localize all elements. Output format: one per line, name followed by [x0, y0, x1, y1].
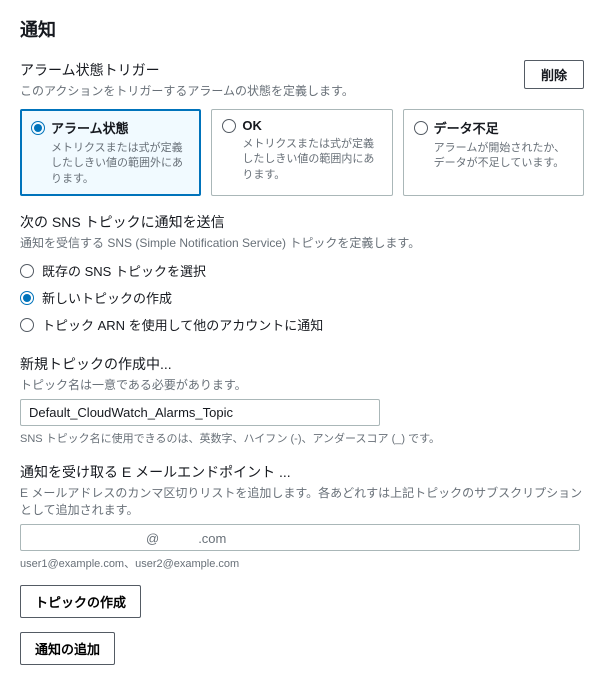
- radio-icon: [222, 119, 236, 133]
- trigger-option-insufficient[interactable]: データ不足 アラームが開始されたか、データが不足しています。: [403, 109, 584, 196]
- trigger-option-title: アラーム状態: [51, 118, 129, 137]
- topic-name-input[interactable]: [20, 399, 380, 426]
- radio-icon: [20, 264, 34, 278]
- sns-option-existing[interactable]: 既存の SNS トピックを選択: [20, 257, 584, 284]
- sns-option-label: トピック ARN を使用して他のアカウントに通知: [42, 315, 323, 334]
- email-helper: user1@example.com、user2@example.com: [20, 555, 584, 571]
- radio-icon: [20, 318, 34, 332]
- sns-sub: 通知を受信する SNS (Simple Notification Service…: [20, 234, 584, 251]
- page-title: 通知: [20, 16, 584, 42]
- create-topic-button[interactable]: トピックの作成: [20, 585, 141, 618]
- trigger-sub: このアクションをトリガーするアラームの状態を定義します。: [20, 82, 354, 99]
- trigger-option-ok[interactable]: OK メトリクスまたは式が定義したしきい値の範囲内にあります。: [211, 109, 392, 196]
- radio-icon: [20, 291, 34, 305]
- trigger-heading: アラーム状態トリガー: [20, 60, 354, 80]
- trigger-option-desc: メトリクスまたは式が定義したしきい値の範囲外にあります。: [31, 141, 190, 187]
- radio-icon: [414, 121, 428, 135]
- sns-option-label: 既存の SNS トピックを選択: [42, 261, 206, 280]
- email-sub: E メールアドレスのカンマ区切りリストを追加します。各あどれすは上記トピックのサ…: [20, 484, 584, 518]
- email-input[interactable]: [20, 524, 580, 551]
- new-topic-sub: トピック名は一意である必要があります。: [20, 376, 584, 393]
- add-notification-button[interactable]: 通知の追加: [20, 632, 115, 665]
- sns-option-new[interactable]: 新しいトピックの作成: [20, 284, 584, 311]
- sns-option-arn[interactable]: トピック ARN を使用して他のアカウントに通知: [20, 311, 584, 338]
- trigger-option-title: データ不足: [434, 118, 499, 137]
- sns-option-label: 新しいトピックの作成: [42, 288, 172, 307]
- new-topic-heading: 新規トピックの作成中...: [20, 354, 584, 374]
- trigger-option-title: OK: [242, 118, 262, 133]
- sns-radio-group: 既存の SNS トピックを選択 新しいトピックの作成 トピック ARN を使用し…: [20, 257, 584, 338]
- trigger-option-alarm[interactable]: アラーム状態 メトリクスまたは式が定義したしきい値の範囲外にあります。: [20, 109, 201, 196]
- topic-name-helper: SNS トピック名に使用できるのは、英数字、ハイフン (-)、アンダースコア (…: [20, 430, 584, 446]
- trigger-option-desc: メトリクスまたは式が定義したしきい値の範囲内にあります。: [222, 137, 381, 183]
- delete-button[interactable]: 削除: [524, 60, 584, 89]
- sns-heading: 次の SNS トピックに通知を送信: [20, 212, 584, 232]
- radio-icon: [31, 121, 45, 135]
- trigger-option-desc: アラームが開始されたか、データが不足しています。: [414, 141, 573, 172]
- trigger-options: アラーム状態 メトリクスまたは式が定義したしきい値の範囲外にあります。 OK メ…: [20, 109, 584, 196]
- email-heading: 通知を受け取る E メールエンドポイント ...: [20, 462, 584, 482]
